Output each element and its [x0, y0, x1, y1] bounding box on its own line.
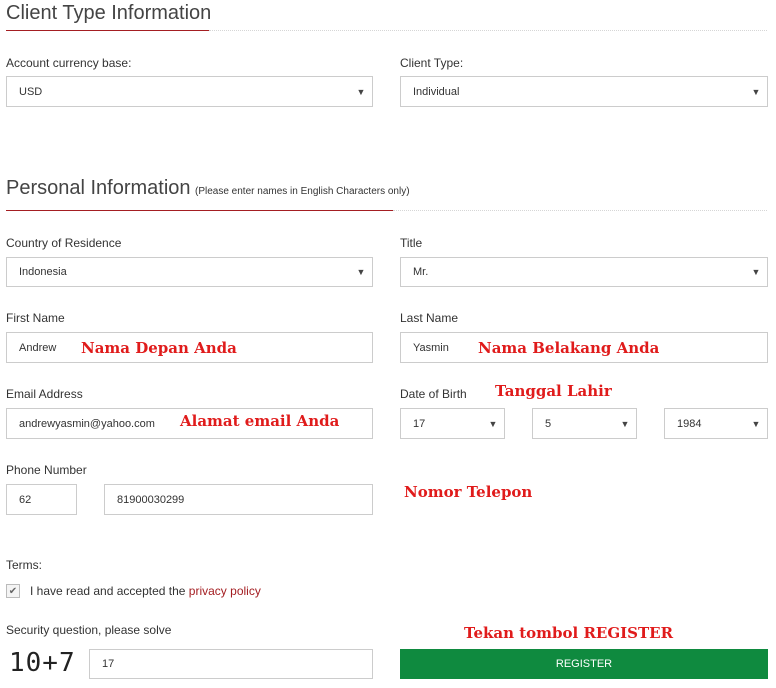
- last-name-label: Last Name: [400, 311, 459, 325]
- security-answer-input[interactable]: 17: [89, 649, 373, 679]
- annotation-last-name: Nama Belakang Anda: [478, 339, 660, 357]
- chevron-down-icon: ▼: [751, 267, 761, 277]
- currency-value: USD: [19, 85, 43, 98]
- phone-code-value: 62: [19, 493, 32, 506]
- country-value: Indonesia: [19, 266, 67, 278]
- dob-day-select[interactable]: 17 ▼: [400, 408, 505, 439]
- dob-year-select[interactable]: 1984 ▼: [664, 408, 768, 439]
- country-label: Country of Residence: [6, 236, 122, 250]
- country-select[interactable]: Indonesia ▼: [6, 257, 373, 287]
- phone-number-value: 81900030299: [117, 493, 185, 506]
- chevron-down-icon: ▼: [356, 267, 366, 277]
- title-select[interactable]: Mr. ▼: [400, 257, 768, 287]
- terms-label: Terms:: [6, 558, 42, 572]
- client-type-divider: [209, 30, 767, 31]
- check-icon: ✔: [8, 585, 18, 597]
- register-button[interactable]: REGISTER: [400, 649, 768, 679]
- client-type-value: Individual: [413, 85, 460, 98]
- client-type-select[interactable]: Individual ▼: [400, 76, 768, 107]
- chevron-down-icon: ▼: [751, 418, 761, 429]
- privacy-policy-link[interactable]: privacy policy: [189, 584, 261, 598]
- annotation-first-name: Nama Depan Anda: [81, 339, 237, 357]
- client-type-title-underline: [6, 30, 209, 31]
- first-name-label: First Name: [6, 311, 65, 325]
- dob-year-value: 1984: [677, 417, 702, 430]
- personal-note: (Please enter names in English Character…: [195, 186, 410, 197]
- client-type-title: Client Type Information: [6, 2, 212, 24]
- personal-title-underline: [6, 210, 393, 211]
- terms-checkbox[interactable]: ✔: [6, 584, 20, 598]
- annotation-email: Alamat email Anda: [180, 412, 340, 430]
- dob-day-value: 17: [413, 417, 426, 430]
- terms-text: I have read and accepted the: [30, 584, 189, 598]
- chevron-down-icon: ▼: [620, 418, 630, 429]
- personal-title-row: Personal Information (Please enter names…: [6, 177, 410, 200]
- annotation-register: Tekan tombol REGISTER: [464, 624, 674, 642]
- annotation-phone: Nomor Telepon: [404, 483, 533, 501]
- chevron-down-icon: ▼: [751, 86, 761, 97]
- annotation-dob: Tanggal Lahir: [495, 382, 612, 400]
- dob-month-value: 5: [545, 417, 552, 430]
- currency-label: Account currency base:: [6, 56, 132, 70]
- chevron-down-icon: ▼: [356, 86, 366, 97]
- phone-label: Phone Number: [6, 463, 87, 477]
- email-label: Email Address: [6, 387, 83, 401]
- title-value: Mr.: [413, 266, 429, 278]
- phone-code-input[interactable]: 62: [6, 484, 77, 515]
- security-answer-value: 17: [102, 658, 115, 670]
- chevron-down-icon: ▼: [488, 418, 498, 429]
- title-label: Title: [400, 236, 423, 250]
- currency-select[interactable]: USD ▼: [6, 76, 373, 107]
- personal-divider: [393, 210, 767, 211]
- personal-title: Personal Information: [6, 177, 191, 199]
- security-question: 10+7: [9, 648, 76, 678]
- phone-number-input[interactable]: 81900030299: [104, 484, 373, 515]
- dob-month-select[interactable]: 5 ▼: [532, 408, 637, 439]
- dob-label: Date of Birth: [400, 387, 467, 401]
- security-label: Security question, please solve: [6, 623, 172, 637]
- client-type-label: Client Type:: [400, 56, 464, 70]
- terms-text-row: I have read and accepted the privacy pol…: [30, 584, 261, 598]
